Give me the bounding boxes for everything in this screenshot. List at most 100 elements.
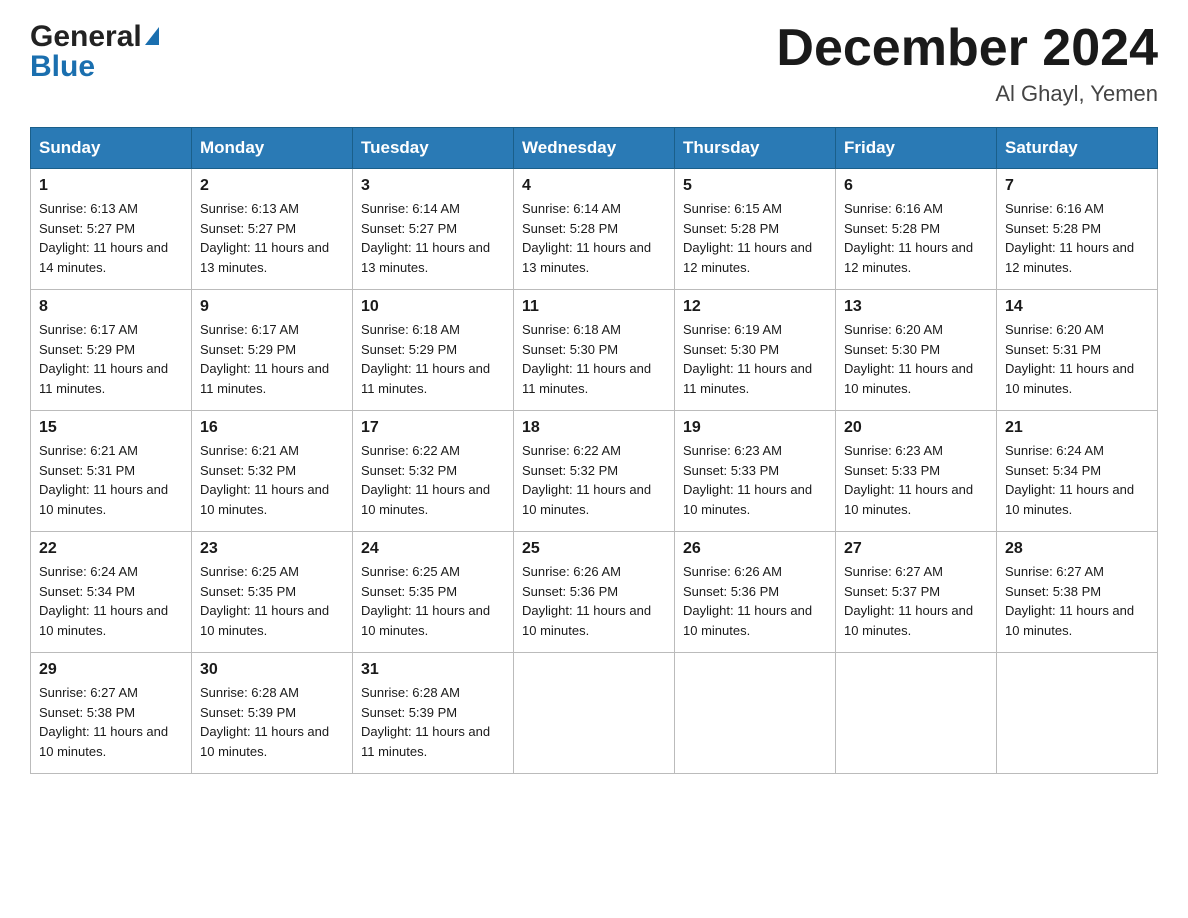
calendar-cell: 20 Sunrise: 6:23 AMSunset: 5:33 PMDaylig… xyxy=(836,411,997,532)
day-number: 19 xyxy=(683,419,827,437)
col-header-saturday: Saturday xyxy=(997,128,1158,169)
day-number: 29 xyxy=(39,661,183,679)
day-number: 15 xyxy=(39,419,183,437)
calendar-cell: 18 Sunrise: 6:22 AMSunset: 5:32 PMDaylig… xyxy=(514,411,675,532)
day-info: Sunrise: 6:14 AMSunset: 5:28 PMDaylight:… xyxy=(522,201,651,275)
calendar-cell: 29 Sunrise: 6:27 AMSunset: 5:38 PMDaylig… xyxy=(31,653,192,774)
day-info: Sunrise: 6:14 AMSunset: 5:27 PMDaylight:… xyxy=(361,201,490,275)
calendar-cell: 17 Sunrise: 6:22 AMSunset: 5:32 PMDaylig… xyxy=(353,411,514,532)
day-number: 28 xyxy=(1005,540,1149,558)
day-number: 5 xyxy=(683,177,827,195)
calendar-cell xyxy=(836,653,997,774)
page-header: General Blue December 2024 Al Ghayl, Yem… xyxy=(30,20,1158,107)
day-number: 10 xyxy=(361,298,505,316)
day-number: 13 xyxy=(844,298,988,316)
day-info: Sunrise: 6:27 AMSunset: 5:38 PMDaylight:… xyxy=(1005,564,1134,638)
day-info: Sunrise: 6:23 AMSunset: 5:33 PMDaylight:… xyxy=(844,443,973,517)
day-info: Sunrise: 6:25 AMSunset: 5:35 PMDaylight:… xyxy=(200,564,329,638)
calendar-cell: 26 Sunrise: 6:26 AMSunset: 5:36 PMDaylig… xyxy=(675,532,836,653)
day-info: Sunrise: 6:25 AMSunset: 5:35 PMDaylight:… xyxy=(361,564,490,638)
title-block: December 2024 Al Ghayl, Yemen xyxy=(776,20,1158,107)
day-number: 17 xyxy=(361,419,505,437)
day-info: Sunrise: 6:18 AMSunset: 5:29 PMDaylight:… xyxy=(361,322,490,396)
calendar-cell: 28 Sunrise: 6:27 AMSunset: 5:38 PMDaylig… xyxy=(997,532,1158,653)
day-info: Sunrise: 6:24 AMSunset: 5:34 PMDaylight:… xyxy=(39,564,168,638)
day-info: Sunrise: 6:24 AMSunset: 5:34 PMDaylight:… xyxy=(1005,443,1134,517)
col-header-sunday: Sunday xyxy=(31,128,192,169)
col-header-thursday: Thursday xyxy=(675,128,836,169)
day-number: 26 xyxy=(683,540,827,558)
day-number: 22 xyxy=(39,540,183,558)
day-number: 18 xyxy=(522,419,666,437)
calendar-cell: 13 Sunrise: 6:20 AMSunset: 5:30 PMDaylig… xyxy=(836,290,997,411)
calendar-cell xyxy=(514,653,675,774)
day-info: Sunrise: 6:13 AMSunset: 5:27 PMDaylight:… xyxy=(39,201,168,275)
day-info: Sunrise: 6:15 AMSunset: 5:28 PMDaylight:… xyxy=(683,201,812,275)
week-row-3: 15 Sunrise: 6:21 AMSunset: 5:31 PMDaylig… xyxy=(31,411,1158,532)
calendar-cell: 19 Sunrise: 6:23 AMSunset: 5:33 PMDaylig… xyxy=(675,411,836,532)
calendar-cell: 14 Sunrise: 6:20 AMSunset: 5:31 PMDaylig… xyxy=(997,290,1158,411)
day-info: Sunrise: 6:27 AMSunset: 5:38 PMDaylight:… xyxy=(39,685,168,759)
day-info: Sunrise: 6:21 AMSunset: 5:31 PMDaylight:… xyxy=(39,443,168,517)
day-info: Sunrise: 6:20 AMSunset: 5:30 PMDaylight:… xyxy=(844,322,973,396)
day-number: 8 xyxy=(39,298,183,316)
calendar-cell: 9 Sunrise: 6:17 AMSunset: 5:29 PMDayligh… xyxy=(192,290,353,411)
calendar-cell: 7 Sunrise: 6:16 AMSunset: 5:28 PMDayligh… xyxy=(997,169,1158,290)
calendar-cell: 1 Sunrise: 6:13 AMSunset: 5:27 PMDayligh… xyxy=(31,169,192,290)
day-number: 24 xyxy=(361,540,505,558)
day-info: Sunrise: 6:17 AMSunset: 5:29 PMDaylight:… xyxy=(200,322,329,396)
day-number: 7 xyxy=(1005,177,1149,195)
day-number: 23 xyxy=(200,540,344,558)
day-number: 21 xyxy=(1005,419,1149,437)
day-number: 4 xyxy=(522,177,666,195)
location: Al Ghayl, Yemen xyxy=(776,81,1158,107)
day-info: Sunrise: 6:28 AMSunset: 5:39 PMDaylight:… xyxy=(361,685,490,759)
day-number: 30 xyxy=(200,661,344,679)
day-number: 2 xyxy=(200,177,344,195)
day-info: Sunrise: 6:13 AMSunset: 5:27 PMDaylight:… xyxy=(200,201,329,275)
day-info: Sunrise: 6:27 AMSunset: 5:37 PMDaylight:… xyxy=(844,564,973,638)
calendar-cell: 22 Sunrise: 6:24 AMSunset: 5:34 PMDaylig… xyxy=(31,532,192,653)
col-header-monday: Monday xyxy=(192,128,353,169)
logo-general: General xyxy=(30,20,142,54)
calendar-cell: 4 Sunrise: 6:14 AMSunset: 5:28 PMDayligh… xyxy=(514,169,675,290)
calendar-cell xyxy=(675,653,836,774)
month-title: December 2024 xyxy=(776,20,1158,77)
logo-arrow-icon xyxy=(145,27,159,45)
day-info: Sunrise: 6:26 AMSunset: 5:36 PMDaylight:… xyxy=(522,564,651,638)
calendar-cell: 10 Sunrise: 6:18 AMSunset: 5:29 PMDaylig… xyxy=(353,290,514,411)
day-info: Sunrise: 6:26 AMSunset: 5:36 PMDaylight:… xyxy=(683,564,812,638)
day-number: 14 xyxy=(1005,298,1149,316)
calendar-cell: 30 Sunrise: 6:28 AMSunset: 5:39 PMDaylig… xyxy=(192,653,353,774)
week-row-5: 29 Sunrise: 6:27 AMSunset: 5:38 PMDaylig… xyxy=(31,653,1158,774)
calendar-cell xyxy=(997,653,1158,774)
logo: General Blue xyxy=(30,20,159,84)
calendar-table: SundayMondayTuesdayWednesdayThursdayFrid… xyxy=(30,127,1158,774)
calendar-cell: 12 Sunrise: 6:19 AMSunset: 5:30 PMDaylig… xyxy=(675,290,836,411)
calendar-cell: 24 Sunrise: 6:25 AMSunset: 5:35 PMDaylig… xyxy=(353,532,514,653)
week-row-1: 1 Sunrise: 6:13 AMSunset: 5:27 PMDayligh… xyxy=(31,169,1158,290)
day-info: Sunrise: 6:17 AMSunset: 5:29 PMDaylight:… xyxy=(39,322,168,396)
calendar-cell: 27 Sunrise: 6:27 AMSunset: 5:37 PMDaylig… xyxy=(836,532,997,653)
calendar-cell: 8 Sunrise: 6:17 AMSunset: 5:29 PMDayligh… xyxy=(31,290,192,411)
day-info: Sunrise: 6:28 AMSunset: 5:39 PMDaylight:… xyxy=(200,685,329,759)
logo-blue: Blue xyxy=(30,50,95,83)
day-info: Sunrise: 6:16 AMSunset: 5:28 PMDaylight:… xyxy=(1005,201,1134,275)
day-number: 1 xyxy=(39,177,183,195)
calendar-cell: 16 Sunrise: 6:21 AMSunset: 5:32 PMDaylig… xyxy=(192,411,353,532)
day-number: 31 xyxy=(361,661,505,679)
calendar-cell: 31 Sunrise: 6:28 AMSunset: 5:39 PMDaylig… xyxy=(353,653,514,774)
day-info: Sunrise: 6:18 AMSunset: 5:30 PMDaylight:… xyxy=(522,322,651,396)
day-number: 3 xyxy=(361,177,505,195)
col-header-tuesday: Tuesday xyxy=(353,128,514,169)
day-number: 20 xyxy=(844,419,988,437)
calendar-header-row: SundayMondayTuesdayWednesdayThursdayFrid… xyxy=(31,128,1158,169)
day-info: Sunrise: 6:23 AMSunset: 5:33 PMDaylight:… xyxy=(683,443,812,517)
day-info: Sunrise: 6:22 AMSunset: 5:32 PMDaylight:… xyxy=(522,443,651,517)
calendar-cell: 11 Sunrise: 6:18 AMSunset: 5:30 PMDaylig… xyxy=(514,290,675,411)
calendar-cell: 2 Sunrise: 6:13 AMSunset: 5:27 PMDayligh… xyxy=(192,169,353,290)
calendar-cell: 21 Sunrise: 6:24 AMSunset: 5:34 PMDaylig… xyxy=(997,411,1158,532)
col-header-friday: Friday xyxy=(836,128,997,169)
day-info: Sunrise: 6:16 AMSunset: 5:28 PMDaylight:… xyxy=(844,201,973,275)
day-number: 9 xyxy=(200,298,344,316)
